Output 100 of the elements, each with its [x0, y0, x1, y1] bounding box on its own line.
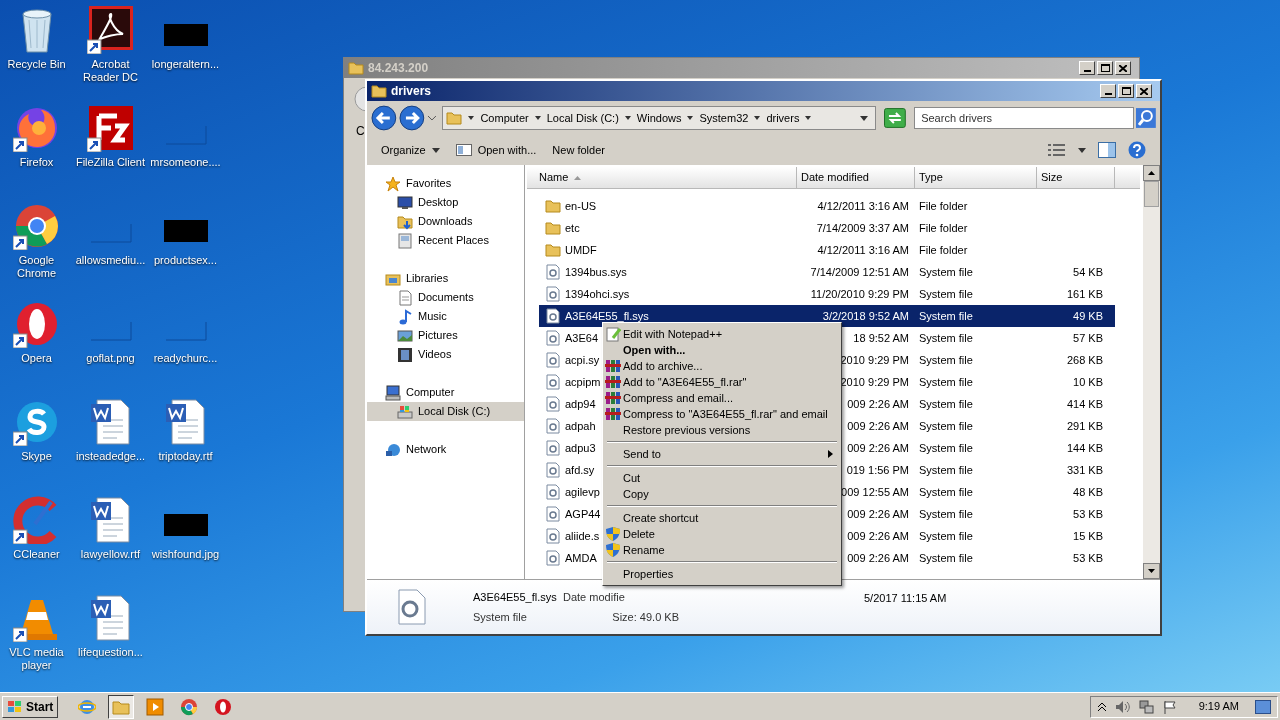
search-button[interactable] [1136, 108, 1156, 128]
desktop-icon-label[interactable]: Google Chrome [0, 254, 75, 280]
nav-item[interactable]: Local Disk (C:) [367, 402, 524, 421]
nav-item[interactable]: Recent Places [367, 231, 524, 250]
file-name[interactable]: AGP44 [565, 505, 601, 523]
desktop-icon-label[interactable]: mrsomeone.... [147, 156, 224, 169]
minimize-button[interactable] [1079, 61, 1095, 75]
nav-item[interactable]: Downloads [367, 212, 524, 231]
toolbar-button[interactable]: Organize [375, 139, 446, 161]
desktop-icon-label[interactable]: Firefox [0, 156, 75, 169]
scroll-thumb[interactable] [1144, 181, 1159, 207]
selection-highlight[interactable]: A3E64E55_fl.sys 3/2/2018 9:52 AM System file 49 KB [539, 305, 1115, 327]
filezilla-icon[interactable] [86, 104, 135, 152]
toolbar-button[interactable]: New folder [546, 139, 611, 161]
desktop-icon-label[interactable]: CCleaner [0, 548, 75, 561]
recent-pages-caret-icon[interactable] [426, 113, 437, 123]
menu-item[interactable]: Edit with Notepad++ [603, 326, 841, 342]
menu-item[interactable]: Copy [603, 486, 841, 502]
file-name[interactable]: en-US [565, 197, 597, 215]
desktop-icon-label[interactable]: lifequestion... [72, 646, 149, 659]
file-name[interactable]: A3E64 [565, 329, 599, 347]
desktop-icon-label[interactable]: Recycle Bin [0, 58, 75, 71]
scroll-down-icon[interactable] [1143, 563, 1160, 579]
back-button[interactable] [371, 105, 397, 131]
nav-item[interactable]: Music [367, 307, 524, 326]
search-field[interactable]: Search drivers [914, 107, 1135, 129]
nav-item[interactable]: Favorites [367, 174, 524, 193]
nav-item[interactable]: Computer [367, 383, 524, 402]
caret-icon[interactable] [534, 116, 541, 120]
menu-item[interactable]: Cut [603, 470, 841, 486]
help-icon[interactable] [1128, 141, 1146, 159]
file-name[interactable]: etc [565, 219, 580, 237]
file-name[interactable]: A3E64E55_fl.sys [565, 307, 649, 325]
desktop-icon-label[interactable]: goflat.png [72, 352, 149, 365]
file-name[interactable]: AMDA [565, 549, 597, 567]
caret-icon[interactable] [754, 116, 761, 120]
caret-icon[interactable] [1078, 147, 1086, 153]
menu-item[interactable]: Add to archive... [603, 358, 841, 374]
caret-icon[interactable] [687, 116, 694, 120]
desktop-icon-label[interactable]: allowsmediu... [72, 254, 149, 267]
view-options-icon[interactable] [1048, 143, 1066, 157]
menu-item[interactable]: Properties [603, 566, 841, 582]
column-header[interactable]: Type [915, 167, 1037, 189]
file-name[interactable]: 1394bus.sys [565, 263, 627, 281]
nav-item[interactable]: Desktop [367, 193, 524, 212]
caret-icon[interactable] [624, 116, 631, 120]
menu-item[interactable]: Delete [603, 526, 841, 542]
breadcrumb-item[interactable]: Windows [636, 109, 682, 127]
network-icon[interactable] [1138, 699, 1155, 714]
menu-item[interactable]: Open with... [603, 342, 841, 358]
nav-item[interactable]: Documents [367, 288, 524, 307]
menu-item[interactable]: Rename [603, 542, 841, 558]
menu-item[interactable]: Restore previous versions [603, 422, 841, 438]
file-name[interactable]: acpi.sy [565, 351, 600, 369]
file-name[interactable]: UMDF [565, 241, 597, 259]
chrome-icon[interactable] [12, 202, 61, 250]
caret-icon[interactable] [468, 116, 475, 120]
menu-item[interactable]: Compress and email... [603, 390, 841, 406]
nav-item[interactable]: Network [367, 440, 524, 459]
close-button[interactable] [1115, 61, 1131, 75]
file-name[interactable]: aliide.s [565, 527, 600, 545]
start-button[interactable]: Start [2, 695, 59, 718]
desktop-icon-label[interactable]: wishfound.jpg [147, 548, 224, 561]
desktop-icon-label[interactable]: FileZilla Client [72, 156, 149, 169]
speaker-icon[interactable] [1114, 699, 1131, 714]
scroll-up-icon[interactable] [1143, 165, 1160, 181]
desktop-icon-label[interactable]: Skype [0, 450, 75, 463]
maximize-button[interactable] [1097, 61, 1113, 75]
desktop-icon-label[interactable]: readychurc... [147, 352, 224, 365]
breadcrumb-item[interactable]: drivers [766, 109, 800, 127]
file-name[interactable]: 1394ohci.sys [565, 285, 630, 303]
nav-item[interactable]: Pictures [367, 326, 524, 345]
preview-pane-icon[interactable] [1098, 142, 1116, 158]
minimize-button[interactable] [1100, 84, 1116, 98]
file-name[interactable]: acpipm [565, 373, 601, 391]
desktop-icon-label[interactable]: productsex... [147, 254, 224, 267]
file-name[interactable]: adpah [565, 417, 596, 435]
desktop-icon-label[interactable]: VLC media player [0, 646, 75, 672]
show-desktop-icon[interactable] [1255, 699, 1271, 714]
file-name[interactable]: adpu3 [565, 439, 596, 457]
clock[interactable]: 9:19 AM [1198, 698, 1239, 715]
file-name[interactable]: agilevp [565, 483, 600, 501]
desktop-icon-label[interactable]: lawyellow.rtf [72, 548, 149, 561]
desktop-icon-label[interactable]: Acrobat Reader DC [72, 58, 149, 84]
column-header[interactable]: Date modified [797, 167, 915, 189]
document-app-icon[interactable] [86, 6, 135, 54]
desktop-icon-label[interactable]: insteadedge... [72, 450, 149, 463]
breadcrumb-item[interactable]: Local Disk (C:) [546, 109, 619, 127]
desktop-icon-label[interactable]: longeraltern... [147, 58, 224, 71]
column-header[interactable]: Size [1037, 167, 1115, 189]
toolbar-button[interactable]: Open with... [449, 139, 543, 161]
close-button[interactable] [1136, 84, 1152, 98]
menu-item[interactable]: Send to [603, 446, 841, 462]
desktop-icon-label[interactable]: Opera [0, 352, 75, 365]
show-hidden-icons-icon[interactable] [1096, 701, 1107, 712]
caret-icon[interactable] [805, 116, 812, 120]
nav-item[interactable]: Videos [367, 345, 524, 364]
maximize-button[interactable] [1118, 84, 1134, 98]
taskbar-app-button[interactable] [108, 694, 135, 719]
file-name[interactable]: adp94 [565, 395, 596, 413]
